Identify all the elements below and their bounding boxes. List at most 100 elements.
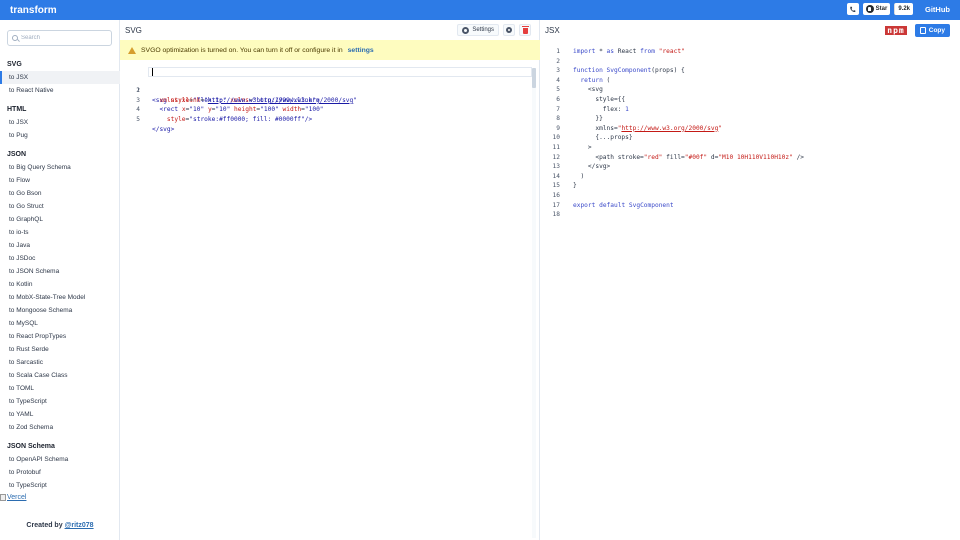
svg-pane-header: SVG Settings (120, 20, 539, 40)
code-line: 18 (540, 210, 960, 220)
code-line: 1 import * as React from "react" (540, 47, 960, 57)
sidebar-item[interactable]: to io-ts (0, 226, 120, 239)
code-line: 11 > (540, 143, 960, 153)
code-line: 5 <svg (540, 85, 960, 95)
npm-logo[interactable]: npm (885, 25, 907, 35)
code-text: <path stroke="red" fill="#00f" d="M10 10… (573, 153, 805, 161)
code-line: 4 style="stroke:#ff0000; fill: #0000ff"/… (120, 96, 540, 123)
code-text: </svg> (152, 125, 175, 133)
github-link[interactable]: GitHub (925, 5, 950, 14)
jsx-output-editor[interactable]: 1 import * as React from "react" 2 3 funct… (540, 47, 960, 220)
code-line: 2 (540, 57, 960, 67)
code-text: xmlns="http://www.w3.org/2000/svg" (573, 124, 723, 132)
code-text: <svg (573, 86, 603, 94)
jsx-pane: JSX npm Copy 1 import * as React from "re… (540, 20, 960, 540)
code-line: 10 {...props} (540, 133, 960, 143)
line-number: 15 (552, 182, 560, 190)
line-number: 8 (556, 115, 560, 123)
author-link[interactable]: @ritz078 (65, 522, 94, 529)
sidebar-item[interactable]: to MySQL (0, 317, 120, 330)
sidebar-item[interactable]: to JSX (0, 116, 120, 129)
code-line: 16 (540, 191, 960, 201)
sidebar-item[interactable]: to Protobuf (0, 466, 120, 479)
sidebar-item[interactable]: to React Native (0, 84, 120, 97)
sidebar-item[interactable]: to OpenAPI Schema (0, 453, 120, 466)
code-text: import * as React from "react" (573, 48, 685, 55)
settings-label: Settings (472, 27, 494, 33)
svg-pane-title: SVG (125, 25, 142, 35)
top-bar: transform Star 9.2k GitHub (0, 0, 960, 20)
sidebar-item[interactable]: to JSON Schema (0, 265, 120, 278)
alert-text: SVGO optimization is turned on. You can … (141, 46, 343, 54)
sidebar-item[interactable]: to Kotlin (0, 278, 120, 291)
sidebar-item[interactable]: to Pug (0, 129, 120, 142)
sidebar-item[interactable]: to TypeScript (0, 479, 120, 492)
line-number: 12 (552, 153, 560, 161)
svg-editor-scrollbar[interactable] (532, 68, 536, 538)
code-line: 2 xmlns:xlink="http://www.w3.org/1999/xl… (120, 77, 540, 104)
code-line: 5 </svg> (120, 105, 540, 133)
app-brand[interactable]: transform (10, 5, 57, 16)
line-number: 1 (556, 48, 560, 55)
jsx-pane-header: JSX npm Copy (540, 20, 960, 40)
search-input[interactable] (21, 35, 106, 41)
warning-icon (128, 46, 136, 54)
copy-icon (919, 26, 926, 34)
code-line: 8 }} (540, 114, 960, 124)
code-line: 6 style={{ (540, 95, 960, 105)
vercel-logo-image (0, 494, 6, 501)
star-label: Star (875, 6, 888, 12)
phone-icon[interactable] (846, 3, 859, 15)
trash-icon (521, 25, 529, 34)
sidebar-item[interactable]: to YAML (0, 408, 120, 421)
code-line: 1 <svg style="flex:1;" xmlns="http://www… (120, 67, 540, 104)
sidebar-item[interactable]: to MobX-State-Tree Model (0, 291, 120, 304)
sidebar-group-heading: SVG (7, 61, 22, 68)
sidebar-item[interactable]: to TOML (0, 382, 120, 395)
sidebar-item[interactable]: to TypeScript (0, 395, 120, 408)
svg-editor[interactable]: 1 <svg style="flex:1;" xmlns="http://www… (120, 67, 540, 133)
code-line: 9 xmlns="http://www.w3.org/2000/svg" (540, 124, 960, 134)
alert-settings-link[interactable]: settings (348, 47, 374, 54)
code-line: 14 ) (540, 172, 960, 182)
github-icon (865, 5, 874, 13)
sidebar-item[interactable]: to Rust Serde (0, 343, 120, 356)
clear-button[interactable] (519, 24, 531, 36)
sidebar-item[interactable]: to React PropTypes (0, 330, 120, 343)
svg-pane: SVG Settings SVGO optimization is turned… (120, 20, 540, 540)
sidebar-item[interactable]: to JSDoc (0, 252, 120, 265)
sidebar-item[interactable]: to Scala Case Class (0, 369, 120, 382)
sidebar-item[interactable]: to Go Struct (0, 200, 120, 213)
search-box[interactable] (7, 30, 112, 46)
copy-label: Copy (928, 26, 945, 34)
line-number: 3 (556, 67, 560, 75)
sidebar-item[interactable]: to Go Bson (0, 187, 120, 200)
line-number: 5 (136, 115, 140, 123)
vercel-link[interactable]: Vercel (0, 494, 26, 501)
code-line: 3 function SvgComponent(props) { (540, 66, 960, 76)
copy-button[interactable]: Copy (914, 23, 950, 37)
sidebar-item[interactable]: to Big Query Schema (0, 161, 120, 174)
sidebar: SVGto JSXto React NativeHTMLto JSXto Pug… (0, 20, 120, 540)
line-number: 5 (556, 86, 560, 94)
github-star-button[interactable]: Star (862, 3, 891, 15)
settings-button[interactable]: Settings (457, 24, 499, 36)
line-number: 9 (556, 124, 560, 132)
sidebar-item[interactable]: to JSX (0, 71, 120, 84)
line-number: 17 (552, 201, 560, 209)
line-number: 6 (556, 95, 560, 103)
code-text: ) (573, 172, 585, 180)
sidebar-item[interactable]: to GraphQL (0, 213, 120, 226)
sidebar-item[interactable]: to Java (0, 239, 120, 252)
code-text: export default SvgComponent (573, 201, 674, 209)
line-number: 4 (556, 76, 560, 84)
sidebar-item[interactable]: to Sarcastic (0, 356, 120, 369)
line-number: 14 (552, 172, 560, 180)
sidebar-item[interactable]: to Zod Schema (0, 421, 120, 434)
sidebar-item[interactable]: to Mongoose Schema (0, 304, 120, 317)
code-text: flex: 1 (573, 105, 629, 113)
sample-button[interactable] (503, 24, 515, 36)
star-count[interactable]: 9.2k (894, 3, 913, 15)
line-number: 2 (556, 57, 560, 65)
sidebar-item[interactable]: to Flow (0, 174, 120, 187)
